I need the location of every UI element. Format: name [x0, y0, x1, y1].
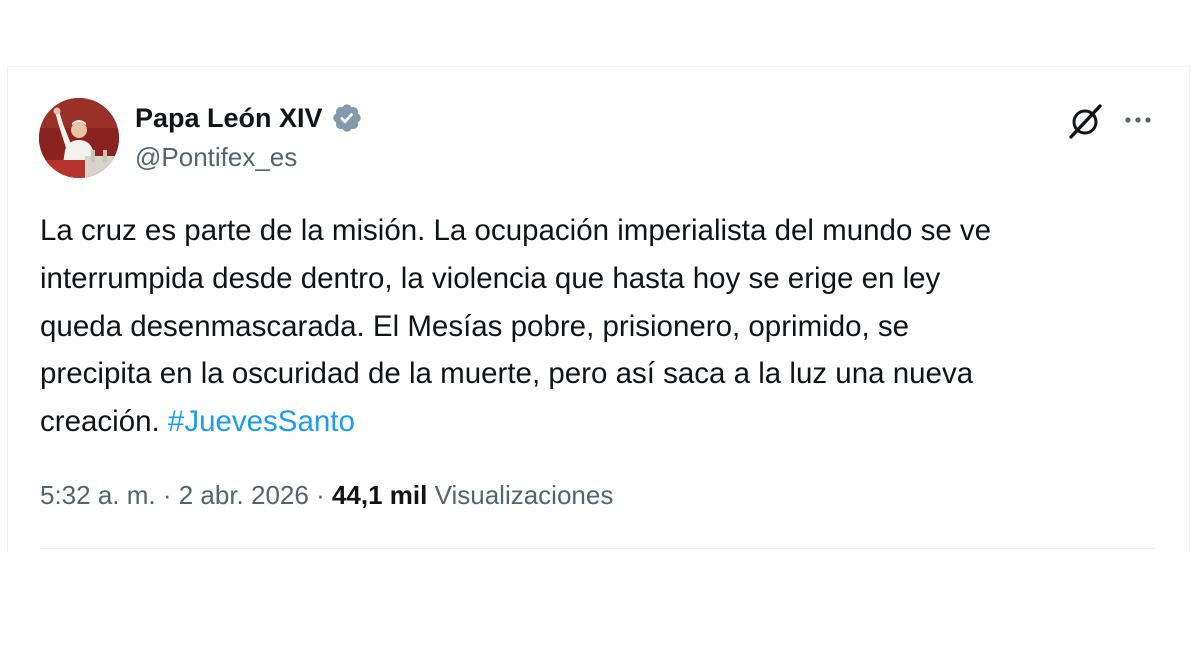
tweet-date[interactable]: 2 abr. 2026: [179, 480, 309, 510]
tweet-line: La cruz es parte de la misión. La ocupac…: [40, 214, 992, 247]
hashtag-link[interactable]: #JuevesSanto: [168, 405, 355, 438]
grok-icon: [1069, 104, 1102, 139]
more-options-button[interactable]: [1120, 104, 1156, 136]
tweet-text: La cruz es parte de la misión. La ocupac…: [40, 207, 1160, 446]
more-icon: [1125, 117, 1151, 123]
avatar[interactable]: [39, 98, 119, 178]
tweet-time[interactable]: 5:32 a. m.: [40, 480, 156, 510]
avatar-image: [39, 98, 119, 178]
tweet-meta: 5:32 a. m. · 2 abr. 2026 · 44,1 mil Visu…: [40, 478, 613, 512]
meta-separator: ·: [155, 480, 179, 510]
meta-separator: ·: [308, 480, 332, 510]
tweet-line: queda desenmascarada. El Mesías pobre, p…: [40, 309, 910, 343]
grok-button[interactable]: [1066, 102, 1104, 140]
tweet-line: precipita en la oscuridad de la muerte, …: [40, 357, 974, 391]
author-name-row[interactable]: Papa León XIV: [135, 101, 363, 135]
author-handle[interactable]: @Pontifex_es: [135, 141, 297, 173]
views-label: Visualizaciones: [427, 480, 614, 510]
verified-badge-icon: [332, 104, 361, 132]
divider: [40, 548, 1156, 549]
views-count: 44,1 mil: [331, 480, 428, 510]
author-name[interactable]: Papa León XIV: [135, 101, 323, 135]
tweet-line: creación.: [40, 405, 168, 439]
tweet-line: interrumpida desde dentro, la violencia …: [40, 261, 941, 295]
